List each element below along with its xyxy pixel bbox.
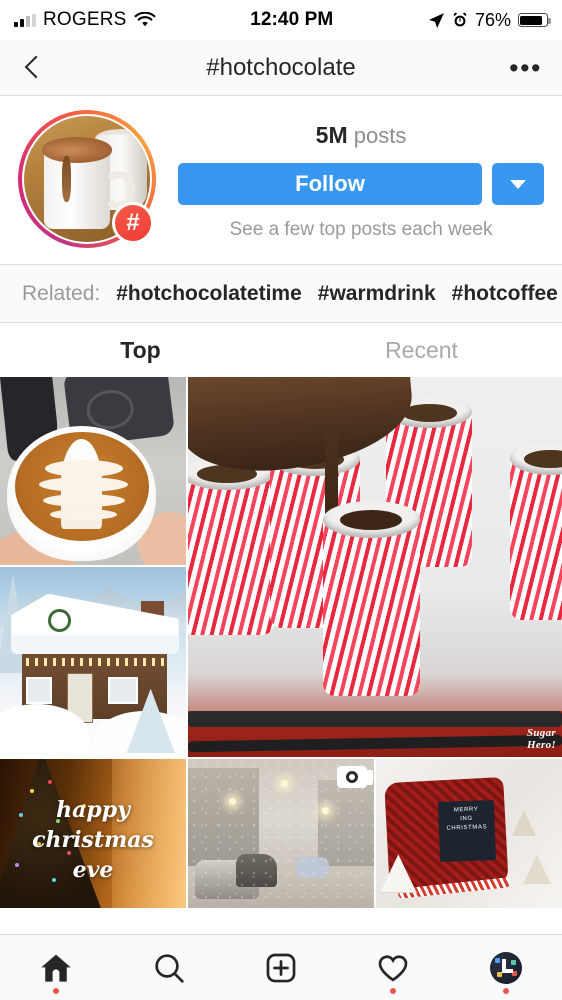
alarm-clock-icon — [452, 12, 468, 28]
clock-label: 12:40 PM — [250, 9, 333, 31]
battery-icon — [518, 13, 548, 27]
follow-dropdown-button[interactable] — [492, 163, 544, 205]
battery-percent-label: 76% — [475, 10, 511, 31]
overlay-line-3: eve — [0, 855, 186, 885]
signal-bars-icon — [14, 14, 36, 27]
heart-icon — [375, 951, 411, 985]
post-grid: Sugar Hero! — [0, 377, 562, 904]
bottom-navigation-bar — [0, 934, 562, 1000]
status-bar: ROGERS 12:40 PM 76% — [0, 0, 562, 40]
watermark-line-2: Hero! — [527, 739, 556, 751]
nav-create-button[interactable] — [251, 944, 311, 992]
tab-top[interactable]: Top — [0, 323, 281, 377]
hashtag-badge-icon: # — [112, 202, 154, 244]
grid-post-candy-cane-shots[interactable]: Sugar Hero! — [188, 377, 562, 757]
plus-square-icon — [263, 951, 299, 985]
chevron-down-icon — [510, 180, 526, 189]
christmas-eve-overlay-text: happy christmas eve — [0, 795, 186, 885]
status-bar-left: ROGERS — [14, 9, 156, 31]
related-tag-3[interactable]: #hotcoffee — [452, 282, 558, 306]
grid-post-snow-cabin[interactable] — [0, 567, 186, 757]
navigation-bar: #hotchocolate ••• — [0, 40, 562, 96]
activity-notification-dot — [390, 988, 396, 994]
instagram-hashtag-screen: ROGERS 12:40 PM 76% #hotchocolate — [0, 0, 562, 1000]
grid-post-snowy-street[interactable] — [188, 759, 374, 908]
hashtag-profile-header: # 5M posts Follow See a few top posts ea… — [0, 96, 562, 265]
gift-tag: MERRY ING CHRISTMAS — [438, 800, 496, 862]
carrier-label: ROGERS — [43, 9, 127, 31]
profile-notification-dot — [503, 988, 509, 994]
more-options-button[interactable]: ••• — [509, 62, 542, 74]
nav-activity-button[interactable] — [363, 944, 423, 992]
nav-search-button[interactable] — [139, 944, 199, 992]
nav-home-button[interactable] — [26, 944, 86, 992]
location-arrow-icon — [428, 12, 445, 29]
tab-recent[interactable]: Recent — [281, 323, 562, 377]
grid-post-red-sweater[interactable]: MERRY ING CHRISTMAS — [376, 759, 562, 908]
profile-avatar-icon — [490, 952, 522, 984]
profile-details: 5M posts Follow See a few top posts each… — [156, 110, 544, 241]
nav-profile-button[interactable] — [476, 944, 536, 992]
feed-tabs: Top Recent — [0, 323, 562, 377]
sugar-hero-watermark: Sugar Hero! — [527, 727, 556, 751]
posts-label: posts — [354, 123, 407, 148]
posts-count-row: 5M posts — [178, 122, 544, 149]
page-title: #hotchocolate — [0, 54, 562, 82]
follow-subtext: See a few top posts each week — [178, 219, 544, 241]
search-icon — [151, 951, 187, 985]
overlay-line-1: happy — [0, 795, 186, 825]
posts-count: 5M — [316, 122, 348, 148]
status-bar-right: 76% — [428, 10, 548, 31]
grid-post-christmas-eve[interactable]: happy christmas eve — [0, 759, 186, 908]
hashtag-avatar[interactable]: # — [18, 110, 156, 248]
gift-tag-line-3: CHRISTMAS — [439, 823, 495, 834]
watermark-line-1: Sugar — [527, 727, 556, 739]
grid-post-latte-art[interactable] — [0, 377, 186, 565]
wifi-icon — [134, 12, 156, 28]
follow-row: Follow — [178, 163, 544, 205]
related-tags-bar[interactable]: Related: #hotchocolatetime #warmdrink #h… — [0, 265, 562, 323]
video-camera-icon — [337, 766, 367, 788]
home-icon — [38, 951, 74, 985]
related-tag-2[interactable]: #warmdrink — [318, 282, 436, 306]
home-notification-dot — [53, 988, 59, 994]
back-button[interactable] — [20, 55, 46, 81]
related-tag-1[interactable]: #hotchocolatetime — [116, 282, 302, 306]
follow-button[interactable]: Follow — [178, 163, 482, 205]
related-label: Related: — [22, 282, 100, 306]
overlay-line-2: christmas — [0, 825, 186, 855]
